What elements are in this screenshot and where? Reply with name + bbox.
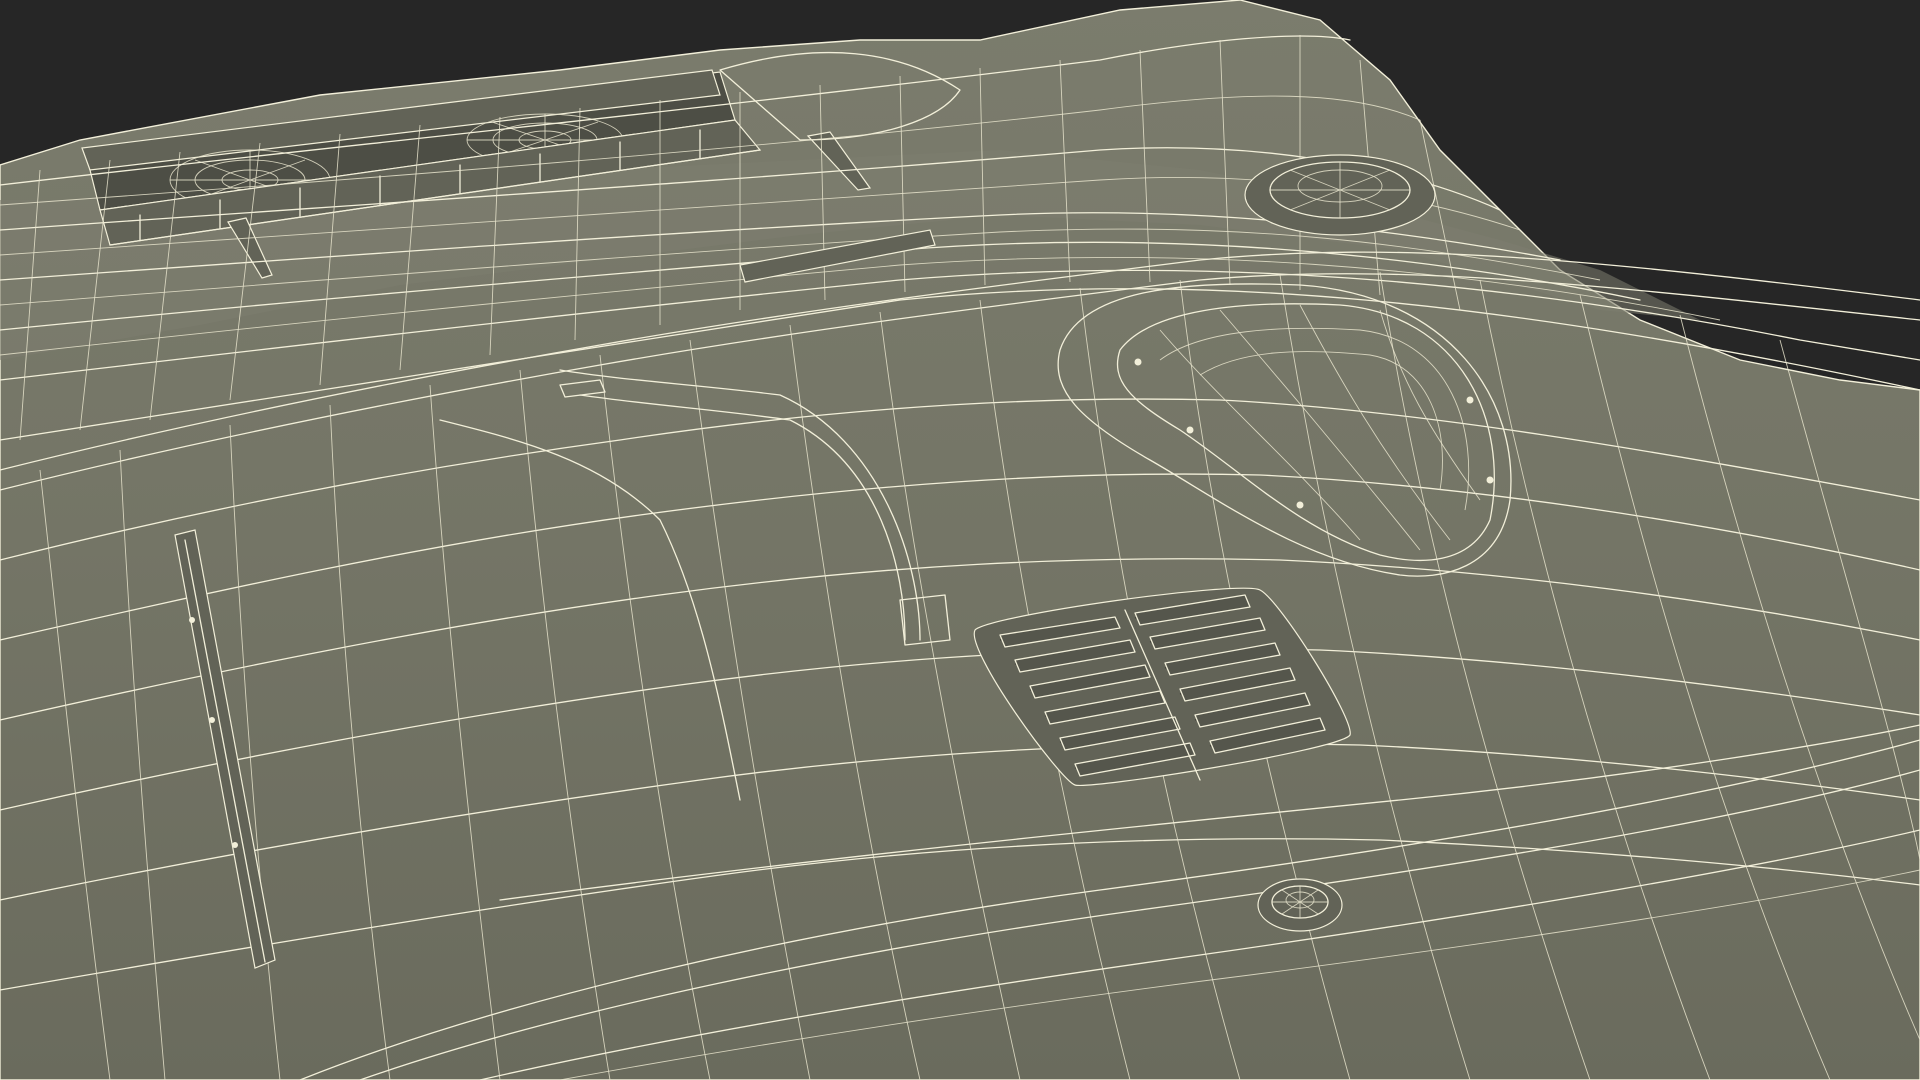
small-dome-top bbox=[1244, 154, 1436, 236]
wireframe-render-viewport bbox=[0, 0, 1920, 1080]
washer-nozzle bbox=[1257, 878, 1343, 932]
